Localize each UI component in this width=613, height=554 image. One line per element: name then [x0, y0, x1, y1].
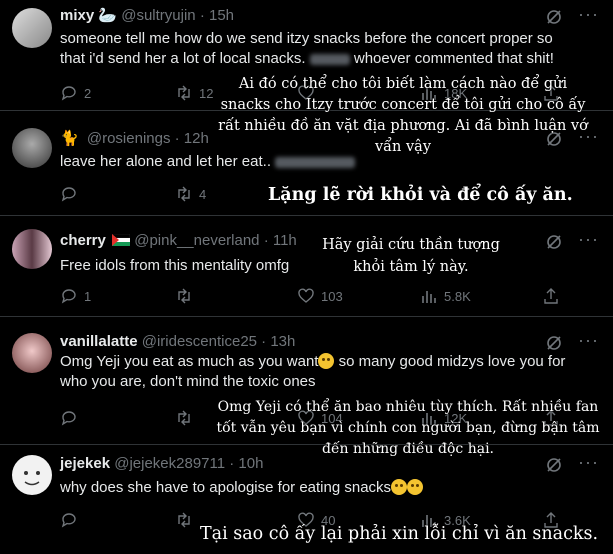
repost-icon — [178, 512, 190, 528]
blurred-text — [309, 53, 350, 65]
reply-count: 1 — [84, 288, 92, 304]
handle[interactable]: @pink__neverland · 11h — [134, 232, 297, 249]
grok-icon[interactable] — [545, 233, 563, 251]
reply-icon — [61, 86, 76, 101]
reply-button[interactable]: 2 — [60, 84, 91, 102]
more-icon[interactable]: ··· — [578, 330, 599, 351]
avatar[interactable] — [12, 333, 52, 373]
reply-button[interactable]: 1 — [60, 287, 91, 305]
translation-overlay-3: Hãy giải cứu thần tượng khỏi tâm lý này. — [322, 237, 500, 275]
flag-icon — [112, 234, 131, 246]
tweet-text: why does she have to apologise for eatin… — [60, 478, 600, 498]
repost-icon — [178, 186, 190, 202]
heart-icon — [298, 288, 314, 303]
repost-count: 4 — [199, 186, 207, 202]
more-icon[interactable]: ··· — [578, 229, 599, 250]
share-icon[interactable] — [542, 287, 560, 305]
tweet-line: that i'd send her a lot of local snacks. — [60, 50, 306, 67]
display-name[interactable]: mixy — [60, 7, 94, 24]
like-button[interactable]: 103 — [297, 287, 343, 305]
crying-face-icon — [391, 479, 408, 495]
swan-emoji: 🦢 — [98, 7, 118, 24]
translation-overlay-4: Omg Yeji có thể ăn bao nhiêu tùy thích. … — [216, 399, 600, 457]
blurred-text — [275, 156, 356, 168]
tweet-text: Omg Yeji you eat as much as you want so … — [60, 352, 600, 392]
tweet-line: Omg Yeji you eat as much as you want — [60, 353, 319, 370]
views-button[interactable]: 5.8K — [420, 287, 471, 305]
repost-button[interactable] — [175, 287, 193, 305]
reply-count: 2 — [84, 85, 92, 101]
handle[interactable]: @iridescentice25 · 13h — [142, 333, 296, 350]
tweet-line: Free idols from this mentality omfg — [60, 257, 290, 274]
translation-overlay-2: Lặng lẽ rời khỏi và để cô ấy ăn. — [268, 185, 573, 205]
avatar[interactable] — [12, 8, 52, 48]
reply-button[interactable] — [60, 511, 78, 529]
reply-button[interactable] — [60, 185, 78, 203]
face-drawing-icon — [24, 471, 40, 486]
repost-icon — [178, 410, 190, 426]
views-icon — [422, 291, 436, 303]
crying-face-icon — [407, 479, 424, 495]
reply-icon — [61, 513, 76, 528]
tweet-text: someone tell me how do we send itzy snac… — [60, 29, 600, 69]
grok-icon[interactable] — [545, 334, 563, 352]
repost-button[interactable]: 12 — [175, 84, 213, 102]
tweet-line: who you are, don't mind the toxic ones — [60, 373, 316, 390]
avatar[interactable] — [12, 455, 52, 495]
more-icon[interactable]: ··· — [578, 4, 599, 25]
crying-face-icon — [318, 353, 335, 369]
cat-icon: 🐈 — [60, 130, 79, 147]
reply-button[interactable] — [60, 409, 78, 427]
handle[interactable]: @sultryujin · 15h — [121, 7, 234, 24]
tweet-line: someone tell me how do we send itzy snac… — [60, 30, 553, 47]
repost-icon — [178, 288, 190, 304]
avatar[interactable] — [12, 229, 52, 269]
repost-button[interactable] — [175, 511, 193, 529]
tweet-3[interactable]: cherry @pink__neverland · 11h ··· Free i… — [0, 216, 613, 317]
repost-button[interactable] — [175, 409, 193, 427]
tweet-line: why does she have to apologise for eatin… — [60, 479, 392, 496]
reply-icon — [61, 289, 76, 304]
handle[interactable]: @rosienings · 12h — [87, 130, 209, 147]
grok-icon[interactable] — [545, 8, 563, 26]
like-count: 103 — [321, 288, 343, 304]
tweet-line: so many good midzys love you for — [334, 353, 566, 370]
display-name[interactable]: vanillalatte — [60, 333, 138, 350]
tweet-line: whoever commented that shit! — [353, 50, 554, 67]
repost-button[interactable]: 4 — [175, 185, 206, 203]
repost-icon — [178, 85, 190, 101]
view-count: 5.8K — [444, 288, 471, 304]
avatar[interactable] — [12, 128, 52, 168]
reply-icon — [61, 187, 76, 202]
reply-icon — [61, 411, 76, 426]
action-bar: 1 103 5.8K — [60, 287, 600, 309]
translation-overlay-1: Ai đó có thể cho tôi biết làm cách nào đ… — [218, 76, 588, 155]
display-name[interactable]: jejekek — [60, 455, 110, 472]
translation-overlay-5: Tại sao cô ấy lại phải xin lỗi chỉ vì ăn… — [200, 524, 599, 544]
repost-count: 12 — [199, 85, 214, 101]
display-name[interactable]: cherry — [60, 232, 106, 249]
